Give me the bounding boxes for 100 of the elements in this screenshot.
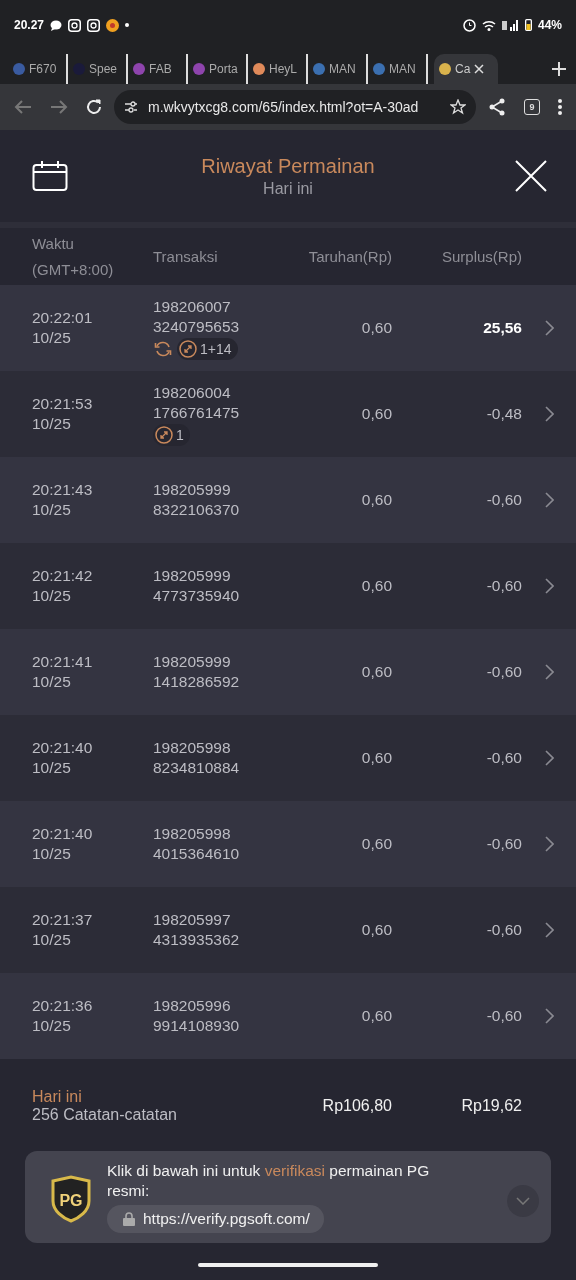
table-row[interactable]: 20:21:43 10/25 198205999 8322106370 0,60 -0,60	[0, 457, 576, 543]
calendar-icon[interactable]	[32, 160, 68, 192]
close-icon[interactable]	[474, 64, 485, 74]
date-cell-text: 10/25	[32, 328, 72, 348]
transaction-id: 198206007	[153, 296, 232, 317]
surplus-cell-text: -0,60	[485, 490, 522, 510]
bet-cell-text: 0,60	[360, 576, 392, 596]
bet-cell-text: 0,60	[360, 748, 392, 768]
bet-cell-text: 0,60	[360, 404, 392, 424]
chevron-right-icon[interactable]	[544, 664, 554, 680]
transaction-id: 198205999	[153, 652, 232, 672]
chevron-right-icon[interactable]	[544, 922, 554, 938]
transaction-id: 8234810884	[153, 758, 241, 778]
surplus-cell-text: -0,60	[485, 920, 522, 940]
star-icon[interactable]	[450, 99, 466, 115]
time-cell-text: 20:21:40	[32, 738, 94, 758]
free-spin-badge: 1+14	[177, 337, 238, 360]
bet-cell-text: 0,60	[360, 662, 392, 682]
column-header: Taruhan(Rp)	[307, 246, 392, 267]
transaction-id: 198205997	[153, 910, 232, 930]
chevron-right-icon[interactable]	[544, 1008, 554, 1024]
transaction-id: 198205998	[153, 824, 232, 844]
bet-cell-text: 0,60	[360, 920, 392, 940]
surplus-cell-text: -0,60	[485, 748, 522, 768]
table-row[interactable]: 20:22:01 10/25 198206007 3240795653 1+14 0,60 25,56	[0, 285, 576, 371]
date-cell-text: 10/25	[32, 500, 72, 520]
battery-percentage: 44%	[537, 18, 562, 32]
date-cell-text: 10/25	[32, 672, 72, 692]
record-count: 256 Catatan-catatan	[32, 1106, 178, 1124]
tab-count-button[interactable]: 9	[518, 93, 546, 121]
url-text: m.wkvytxcg8.com/65/index.html?ot=A-30ad	[148, 99, 420, 115]
signal-icon	[501, 19, 519, 31]
more-icon	[558, 99, 562, 115]
date-cell-text: 10/25	[32, 586, 72, 606]
battery-icon	[524, 19, 532, 31]
browser-tab[interactable]: Ca	[434, 54, 498, 84]
bet-cell-text: 0,60	[360, 490, 392, 510]
table-row[interactable]: 20:21:40 10/25 198205998 8234810884 0,60 -0,60	[0, 715, 576, 801]
surplus-cell-text: -0,48	[485, 404, 522, 424]
table-row[interactable]: 20:21:36 10/25 198205996 9914108930 0,60 -0,60	[0, 973, 576, 1059]
transaction-id: 9914108930	[153, 1016, 241, 1036]
surplus-cell-text: 25,56	[482, 318, 522, 338]
table-row[interactable]: 20:21:42 10/25 198205999 4773735940 0,60 -0,60	[0, 543, 576, 629]
chevron-right-icon[interactable]	[544, 750, 554, 766]
pg-logo: PG	[49, 1175, 93, 1223]
table-row[interactable]: 20:21:40 10/25 198205998 4015364610 0,60 -0,60	[0, 801, 576, 887]
back-arrow-icon	[14, 99, 32, 115]
chevron-right-icon[interactable]	[544, 836, 554, 852]
time-cell-text: 20:21:41	[32, 652, 94, 672]
transaction-id: 198205998	[153, 738, 232, 758]
transaction-id: 1418286592	[153, 672, 241, 692]
chat-bubble-icon	[50, 19, 63, 31]
expand-arrows-icon	[155, 425, 173, 444]
transaction-id: 4015364610	[153, 844, 241, 864]
column-header: Surplus(Rp)	[440, 246, 522, 267]
date-cell-text: 10/25	[32, 414, 72, 434]
site-settings-icon	[124, 100, 138, 114]
transaction-id: 1766761475	[153, 402, 241, 423]
chevron-right-icon[interactable]	[544, 492, 554, 508]
table-row[interactable]: 20:21:53 10/25 198206004 1766761475 1 0,60 -0,48	[0, 371, 576, 457]
alarm-icon	[462, 18, 476, 32]
chevron-right-icon[interactable]	[544, 406, 554, 422]
date-cell-text: 10/25	[32, 930, 72, 950]
column-header: Waktu (GMT+8:00)	[32, 233, 115, 280]
total-bet: Rp106,80	[321, 1097, 392, 1115]
column-header: Transaksi	[153, 246, 219, 267]
transaction-id: 198205999	[153, 566, 232, 586]
period-label: Hari ini	[32, 1088, 83, 1106]
verify-url-link[interactable]: https://verify.pgsoft.com/	[107, 1205, 324, 1233]
page-title: Riwayat Permainan	[200, 154, 376, 178]
verify-message: Klik di bawah ini untuk verifikasi permainan PG resmi:	[107, 1161, 431, 1201]
surplus-cell-text: -0,60	[485, 576, 522, 596]
transaction-id: 4773735940	[153, 586, 241, 606]
total-surplus: Rp19,62	[460, 1097, 522, 1115]
time-cell-text: 20:21:37	[32, 910, 94, 930]
free-spin-badge: 1	[153, 423, 190, 446]
time-cell-text: 20:21:43	[32, 480, 94, 500]
bet-cell-text: 0,60	[360, 1006, 392, 1026]
time-cell-text: 20:21:53	[32, 394, 94, 414]
time-cell-text: 20:22:01	[32, 308, 94, 328]
transaction-id: 198205996	[153, 996, 232, 1016]
chevron-right-icon[interactable]	[544, 320, 554, 336]
new-tab-icon[interactable]	[552, 62, 566, 76]
transaction-id: 8322106370	[153, 500, 241, 520]
chevron-right-icon[interactable]	[544, 578, 554, 594]
address-bar[interactable]: m.wkvytxcg8.com/65/index.html?ot=A-30ad	[114, 90, 476, 124]
surplus-cell-text: -0,60	[485, 834, 522, 854]
date-cell-text: 10/25	[32, 844, 72, 864]
dot-icon	[125, 23, 130, 27]
bet-cell-text: 0,60	[360, 834, 392, 854]
lock-icon	[123, 1212, 135, 1226]
transaction-id: 198206004	[153, 382, 232, 403]
table-row[interactable]: 20:21:41 10/25 198205999 1418286592 0,60 -0,60	[0, 629, 576, 715]
surplus-cell-text: -0,60	[485, 1006, 522, 1026]
transaction-id: 198205999	[153, 480, 232, 500]
transaction-id: 3240795653	[153, 316, 241, 337]
camera-icon	[68, 18, 82, 32]
camera-icon	[87, 18, 101, 32]
table-row[interactable]: 20:21:37 10/25 198205997 4313935362 0,60 -0,60	[0, 887, 576, 973]
date-cell-text: 10/25	[32, 758, 72, 778]
